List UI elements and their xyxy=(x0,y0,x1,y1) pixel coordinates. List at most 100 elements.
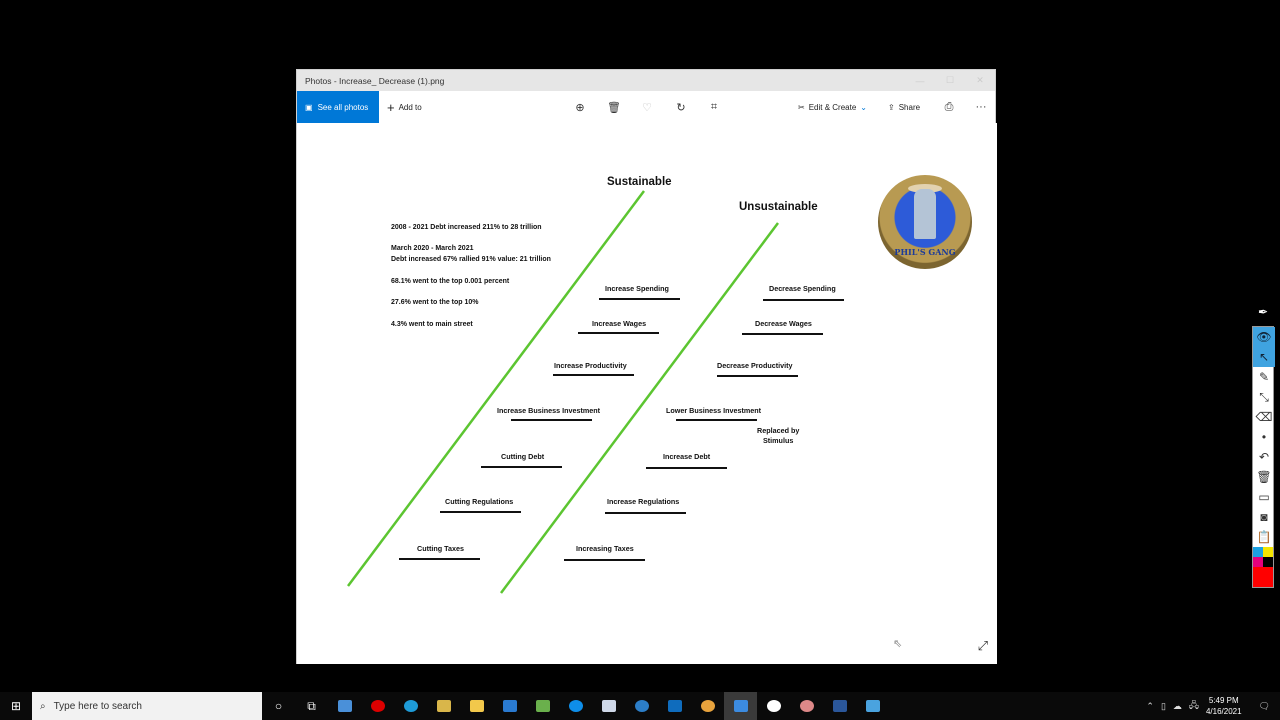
clock[interactable]: 5:49 PM 4/16/2021 xyxy=(1206,695,1242,717)
unsustainable-item: Decrease Wages xyxy=(755,319,812,328)
underline xyxy=(646,467,727,469)
plus-icon: + xyxy=(387,99,395,115)
zoom-icon[interactable]: ⊕ xyxy=(572,99,588,115)
taskbar: ⊞ ⌕ Type here to search ○ ⧉ ⌃ ▯ ☁ 🖧 5:49… xyxy=(0,692,1280,720)
outlook-icon[interactable] xyxy=(658,692,691,720)
pen-tools-panel: 👁 ↖ ✎ ⤡ ⌫ • ↶ 🗑 ▭ ◙ 📋 xyxy=(1252,326,1275,588)
sustainable-item: Cutting Debt xyxy=(501,452,545,461)
favorite-icon[interactable]: ♡ xyxy=(639,99,655,115)
window-title: Photos - Increase_ Decrease (1).png xyxy=(305,75,445,86)
close-button[interactable]: ✕ xyxy=(965,70,995,91)
clipboard-icon[interactable]: 📋 xyxy=(1253,527,1275,547)
network-icon[interactable]: 🖧 xyxy=(1189,698,1199,714)
undo-icon[interactable]: ↶ xyxy=(1253,447,1275,467)
arc-icon[interactable] xyxy=(625,692,658,720)
teamviewer-icon[interactable] xyxy=(559,692,592,720)
fullscreen-icon[interactable]: ⤢ xyxy=(978,638,988,654)
edit-create-button[interactable]: ✂ Edit & Create ⌄ xyxy=(798,91,867,123)
underline xyxy=(481,466,562,468)
chevron-up-icon[interactable]: ⌃ xyxy=(1146,701,1154,712)
see-all-photos-label: See all photos xyxy=(317,102,369,112)
opera-icon[interactable] xyxy=(361,692,394,720)
remote-desktop-icon[interactable] xyxy=(328,692,361,720)
eye-icon[interactable]: 👁 xyxy=(1253,327,1275,347)
color-swatch-black[interactable] xyxy=(1263,557,1273,567)
cortana-icon[interactable]: ○ xyxy=(262,692,295,720)
vnote-icon[interactable] xyxy=(427,692,460,720)
add-to-label: Add to xyxy=(398,102,422,112)
unsustainable-item: Decrease Spending xyxy=(769,284,836,293)
pointer-icon[interactable]: ↖ xyxy=(1253,347,1275,367)
notifications-icon[interactable]: 🗨 xyxy=(1259,701,1270,712)
print-icon[interactable]: ⎙ xyxy=(941,99,957,115)
delete-icon[interactable]: 🗑 xyxy=(606,99,622,115)
unsustainable-item: Increase Regulations xyxy=(607,497,680,506)
dot-icon[interactable]: • xyxy=(1253,427,1275,447)
search-placeholder: Type here to search xyxy=(53,700,142,712)
info-line: 68.1% went to the top 0.001 percent xyxy=(391,278,510,285)
sustainable-item: Cutting Regulations xyxy=(445,497,514,506)
file-explorer-icon[interactable] xyxy=(460,692,493,720)
camera-icon[interactable]: ◙ xyxy=(1253,507,1275,527)
info-line: 27.6% went to the top 10% xyxy=(391,299,479,306)
device-icon[interactable]: ▯ xyxy=(1161,701,1166,712)
info-line: 2008 - 2021 Debt increased 211% to 28 tr… xyxy=(391,224,542,231)
taskbar-search-box[interactable]: ⌕ Type here to search xyxy=(32,692,262,720)
maximize-button[interactable]: ☐ xyxy=(935,70,965,91)
underline xyxy=(564,559,645,561)
info-line: March 2020 - March 2021 xyxy=(391,245,474,252)
paint-icon[interactable] xyxy=(790,692,823,720)
window-icon[interactable] xyxy=(592,692,625,720)
line-icon[interactable]: ⤡ xyxy=(1253,387,1275,407)
see-all-photos-button[interactable]: ▣ See all photos xyxy=(297,91,379,123)
unsustainable-item: Lower Business Investment xyxy=(666,406,762,415)
add-to-button[interactable]: + Add to xyxy=(387,91,422,123)
sustainable-item: Increase Wages xyxy=(592,319,647,328)
figure-shape xyxy=(914,189,936,239)
rotate-icon[interactable]: ↻ xyxy=(673,99,689,115)
unsustainable-heading: Unsustainable xyxy=(739,201,818,213)
windows-start-icon[interactable]: ⊞ xyxy=(0,692,32,720)
mouse-cursor-icon: ⇖ xyxy=(893,638,903,650)
sheets-icon[interactable] xyxy=(526,692,559,720)
edge-icon[interactable] xyxy=(394,692,427,720)
photos-icon: ▣ xyxy=(305,102,313,112)
word-icon[interactable] xyxy=(823,692,856,720)
share-icon: ⇪ xyxy=(888,102,895,112)
underline xyxy=(399,558,480,560)
underline xyxy=(717,375,798,377)
underline xyxy=(676,419,757,421)
underline xyxy=(553,374,634,376)
share-label: Share xyxy=(898,102,921,112)
more-button[interactable]: ··· xyxy=(973,99,989,115)
chevron-down-icon: ⌄ xyxy=(860,102,867,112)
minimize-button[interactable]: — xyxy=(905,70,935,91)
clock-date: 4/16/2021 xyxy=(1205,707,1242,716)
toolbar: ▣ See all photos + Add to ⊕ 🗑 ♡ ↻ ⌗ ✂ Ed… xyxy=(297,91,995,123)
color-palette xyxy=(1253,547,1273,587)
color-swatch-yellow[interactable] xyxy=(1263,547,1273,557)
pen-icon[interactable]: ✒ xyxy=(1252,302,1274,322)
task-view-icon[interactable]: ⧉ xyxy=(295,692,328,720)
crop-icon[interactable]: ⌗ xyxy=(706,99,722,115)
phils-gang-logo: PHIL'S GANG xyxy=(878,175,972,269)
whiteboard-icon[interactable]: ▭ xyxy=(1253,487,1275,507)
system-tray: ⌃ ▯ ☁ 🖧 5:49 PM 4/16/2021 🗨 xyxy=(1146,692,1280,720)
unsustainable-item: Increase Debt xyxy=(663,452,711,461)
marker-icon[interactable] xyxy=(757,692,790,720)
color-swatch-red[interactable] xyxy=(1253,567,1273,587)
photos-app-icon[interactable] xyxy=(724,692,757,720)
color-swatch-magenta[interactable] xyxy=(1253,557,1263,567)
color-swatch-cyan[interactable] xyxy=(1253,547,1263,557)
slack-icon[interactable] xyxy=(691,692,724,720)
highlighter-icon[interactable]: ✎ xyxy=(1253,367,1275,387)
cloud-icon[interactable]: ☁ xyxy=(1173,701,1182,712)
edit-icon: ✂ xyxy=(798,102,805,112)
eraser-icon[interactable]: ⌫ xyxy=(1253,407,1275,427)
trash-icon[interactable]: 🗑 xyxy=(1253,467,1275,487)
underline xyxy=(742,333,823,335)
underline xyxy=(605,512,686,514)
vs-code-icon[interactable] xyxy=(493,692,526,720)
share-button[interactable]: ⇪ Share xyxy=(888,91,920,123)
network-app-icon[interactable] xyxy=(856,692,889,720)
